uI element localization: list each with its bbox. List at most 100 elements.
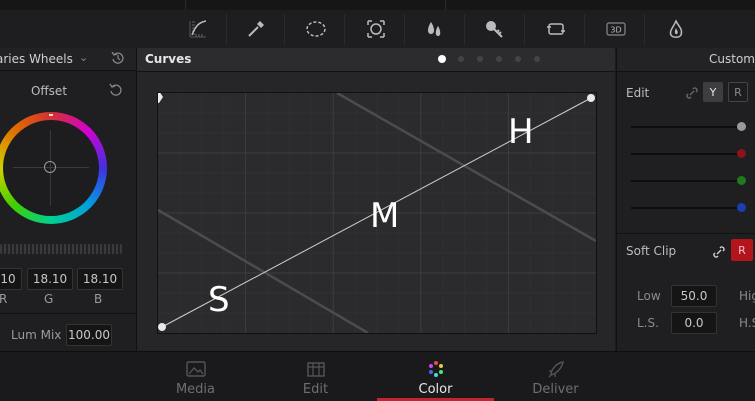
sizing-tool-button[interactable] xyxy=(536,14,576,44)
link-icon-glyph xyxy=(713,246,725,258)
low-value[interactable]: 50.0 xyxy=(671,285,717,307)
offset-reset-button[interactable] xyxy=(108,82,124,102)
curve-white-point[interactable] xyxy=(587,94,595,102)
primaries-header: aries Wheels ⌄ xyxy=(0,48,136,71)
curves-title: Curves xyxy=(145,52,192,66)
toolbar-divider xyxy=(284,14,285,44)
wheel-center-handle[interactable] xyxy=(44,161,56,173)
custom-title[interactable]: Custom xyxy=(709,52,755,66)
blue-intensity-slider-track xyxy=(631,207,745,209)
panel-divider xyxy=(617,233,755,234)
tracker-tool-button[interactable] xyxy=(356,14,396,44)
reset-all-button[interactable] xyxy=(110,50,126,70)
sizing-icon xyxy=(547,23,565,35)
window-icon xyxy=(306,21,326,37)
primaries-wheels-panel: aries Wheels ⌄ Offset 10 18.10 18.10 R G… xyxy=(0,48,137,351)
chevron-down-icon[interactable]: ⌄ xyxy=(79,51,88,64)
page-tab-label: Media xyxy=(175,382,216,397)
panel-divider xyxy=(0,313,136,314)
reset-icon xyxy=(109,83,122,96)
custom-header: Custom xyxy=(617,48,755,72)
curves-mode-dot[interactable] xyxy=(534,56,540,62)
window-tool-button[interactable] xyxy=(296,14,336,44)
custom-curves-edit-panel: Custom Edit Y R Soft Clip R Low 50.0 Hig… xyxy=(616,48,755,351)
low-soft-value[interactable]: 0.0 xyxy=(671,312,717,334)
curves-mode-dot[interactable] xyxy=(515,56,521,62)
3d-tool-button[interactable]: 3D xyxy=(596,14,636,44)
toolbar-divider xyxy=(584,14,585,44)
offset-color-wheel[interactable] xyxy=(0,112,107,224)
offset-master-jog-wheel[interactable] xyxy=(0,244,122,254)
link-icon-glyph xyxy=(686,87,698,99)
curves-mode-dot[interactable] xyxy=(458,56,464,62)
curves-mode-dot[interactable] xyxy=(477,56,483,62)
green-intensity-slider-track xyxy=(631,180,745,182)
lum-mix-value[interactable]: 100.00 xyxy=(66,324,112,346)
curve-black-point[interactable] xyxy=(158,323,166,331)
lum-mix-label: Lum Mix xyxy=(11,328,62,342)
offset-g-label: G xyxy=(44,292,54,306)
midtones-label: M xyxy=(370,196,399,236)
3d-icon: 3D xyxy=(606,22,626,36)
page-tab-label: Color xyxy=(418,382,453,397)
edit-icon xyxy=(307,362,325,377)
reset-icon xyxy=(111,51,124,64)
magic-icon xyxy=(669,19,683,38)
shadows-label: S xyxy=(208,280,230,320)
page-tab-color[interactable]: Color xyxy=(377,352,494,401)
blur-icon xyxy=(428,22,441,36)
qualifier-tool-button[interactable] xyxy=(236,14,276,44)
primaries-title[interactable]: aries Wheels xyxy=(0,52,73,66)
color-toolbar: 3D xyxy=(0,0,755,49)
page-tab-edit[interactable]: Edit xyxy=(257,352,374,401)
color-icon xyxy=(429,361,443,377)
tracker-icon xyxy=(367,20,385,38)
page-navigation-bar: Media Edit Color Deliver xyxy=(0,351,755,401)
curves-tool-button[interactable] xyxy=(178,14,218,44)
blue-intensity-slider-handle[interactable] xyxy=(737,203,746,212)
high-soft-label: H.S xyxy=(739,316,755,330)
edit-label: Edit xyxy=(626,86,650,100)
curves-mode-dot[interactable] xyxy=(496,56,502,62)
deliver-icon xyxy=(548,361,564,378)
highlights-label: H xyxy=(508,112,534,152)
page-tab-media[interactable]: Media xyxy=(137,352,254,401)
key-icon xyxy=(486,21,503,38)
high-label: Hig xyxy=(739,289,755,303)
page-tab-label: Deliver xyxy=(532,382,579,397)
media-icon xyxy=(186,361,206,377)
eyedropper-icon xyxy=(248,21,264,37)
offset-b-label: B xyxy=(94,292,103,306)
top-strip-segment xyxy=(185,0,446,10)
low-soft-label: L.S. xyxy=(637,316,659,330)
curves-header: Curves xyxy=(137,48,615,72)
red-intensity-slider-handle[interactable] xyxy=(737,149,746,158)
blur-tool-button[interactable] xyxy=(414,14,454,44)
wheel-top-marker xyxy=(49,114,53,116)
offset-b-value[interactable]: 18.10 xyxy=(77,268,123,290)
link-icon[interactable] xyxy=(712,244,726,263)
channel-r-button[interactable]: R xyxy=(728,82,748,102)
magic-mask-tool-button[interactable] xyxy=(656,14,696,44)
toolbar-divider xyxy=(226,14,227,44)
green-intensity-slider-handle[interactable] xyxy=(737,176,746,185)
luma-intensity-slider-handle[interactable] xyxy=(737,122,746,131)
offset-wheel-label: Offset xyxy=(30,84,68,98)
offset-r-label: R xyxy=(0,292,8,306)
curves-icon xyxy=(189,20,207,38)
offset-g-value[interactable]: 18.10 xyxy=(27,268,73,290)
curve-graph[interactable]: S M H xyxy=(157,92,597,334)
page-tab-deliver[interactable]: Deliver xyxy=(497,352,614,401)
key-tool-button[interactable] xyxy=(474,14,514,44)
soft-clip-label: Soft Clip xyxy=(626,244,677,258)
3d-icon-text: 3D xyxy=(610,26,621,35)
top-strip-segment xyxy=(0,0,186,10)
offset-r-value[interactable]: 10 xyxy=(0,268,22,290)
toolbar-divider xyxy=(524,14,525,44)
curves-mode-dot[interactable] xyxy=(438,55,446,63)
toolbar-divider xyxy=(464,14,465,44)
luma-intensity-slider-track xyxy=(631,126,745,128)
channel-y-button[interactable]: Y xyxy=(703,82,723,102)
soft-clip-channel-r-button[interactable]: R xyxy=(731,239,753,261)
link-icon[interactable] xyxy=(685,85,699,104)
